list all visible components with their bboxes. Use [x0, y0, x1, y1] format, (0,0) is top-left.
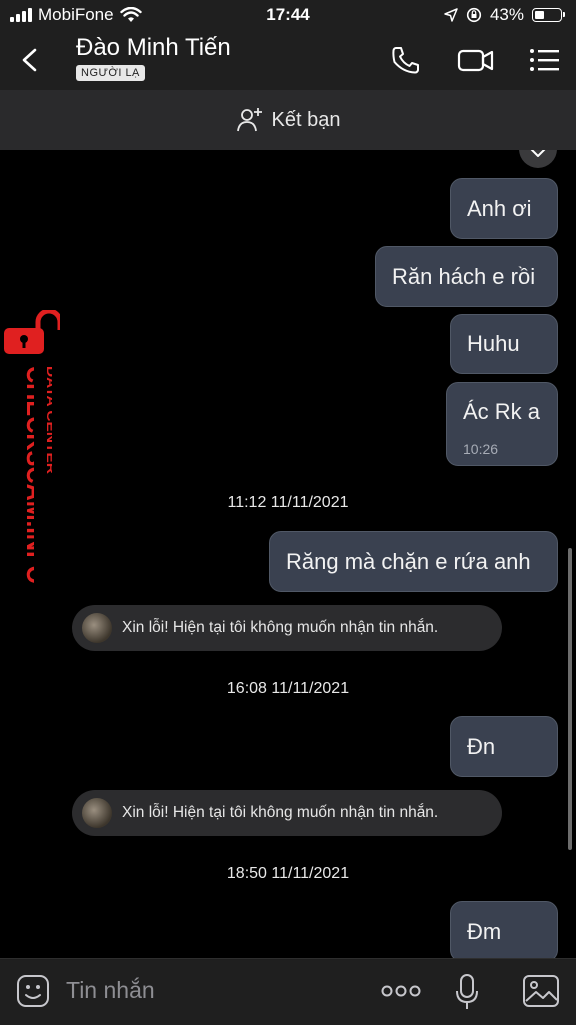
message-input-bar: Tin nhắn [0, 958, 576, 1025]
chevron-down-icon [530, 150, 546, 157]
stranger-tag: NGƯỜI LẠ [76, 65, 145, 81]
location-icon [444, 8, 458, 22]
video-call-icon[interactable] [456, 42, 496, 78]
contact-name[interactable]: Đào Minh Tiến [76, 34, 231, 62]
message-text: Răng mà chặn e rứa anh [286, 548, 531, 574]
message-time: 10:26 [463, 441, 499, 457]
message-bubble[interactable]: Răng mà chặn e rứa anh [269, 531, 558, 592]
back-icon[interactable] [14, 40, 50, 80]
phone-icon[interactable] [388, 42, 424, 78]
message-bubble[interactable]: Đn [450, 716, 558, 777]
watermark-subtitle: DATA CENTER [44, 366, 52, 474]
status-right: 43% [444, 5, 565, 25]
status-bar: MobiFone 17:44 43% [0, 0, 576, 30]
orientation-lock-icon [466, 7, 482, 23]
sticker-icon[interactable] [16, 974, 50, 1008]
battery-percent: 43% [489, 5, 524, 24]
message-bubble[interactable]: Ác Rk a 10:26 [446, 382, 558, 466]
watermark-logo: CHECKSCAM.INFO [21, 366, 34, 584]
menu-icon[interactable] [527, 42, 563, 78]
message-list[interactable]: Anh ơi Răn hách e rồi Huhu Ác Rk a 10:26… [0, 150, 576, 958]
battery-icon [532, 8, 565, 22]
chat-header: Đào Minh Tiến NGƯỜI LẠ [0, 30, 576, 90]
timestamp-divider: 18:50 11/11/2021 [226, 865, 350, 882]
scroll-down-button[interactable] [519, 150, 557, 168]
add-friend-bar[interactable]: Kết bạn [0, 90, 576, 151]
message-text: Huhu [467, 331, 520, 356]
svg-text:DATA CENTER: DATA CENTER [44, 366, 52, 474]
add-friend-icon [236, 108, 262, 132]
message-text: Đn [467, 733, 496, 759]
message-text: Đm [467, 918, 502, 944]
lock-icon [4, 310, 60, 354]
timestamp-divider: 11:12 11/11/2021 [227, 494, 349, 511]
message-text: Ác Rk a [463, 399, 541, 424]
scrollbar[interactable] [568, 548, 572, 850]
svg-text:CHECKSCAM.INFO: CHECKSCAM.INFO [21, 366, 34, 584]
message-bubble[interactable]: Răn hách e rồi [375, 246, 558, 307]
microphone-icon[interactable] [454, 973, 480, 1011]
message-bubble[interactable]: Anh ơi [450, 178, 558, 239]
message-bubble[interactable]: Huhu [450, 314, 558, 374]
system-notice: Xin lỗi! Hiện tại tôi không muốn nhận ti… [72, 605, 502, 651]
message-input[interactable]: Tin nhắn [66, 977, 155, 1004]
avatar [82, 798, 112, 828]
system-notice-text: Xin lỗi! Hiện tại tôi không muốn nhận ti… [122, 619, 439, 636]
message-bubble[interactable]: Đm [450, 901, 558, 958]
add-friend-label: Kết bạn [271, 108, 341, 131]
avatar [82, 613, 112, 643]
battery-level [535, 11, 545, 19]
more-icon[interactable] [380, 981, 422, 1001]
message-text: Răn hách e rồi [392, 263, 536, 289]
timestamp-divider: 16:08 11/11/2021 [226, 680, 350, 697]
system-notice-text: Xin lỗi! Hiện tại tôi không muốn nhận ti… [122, 804, 439, 821]
message-text: Anh ơi [467, 195, 532, 221]
image-icon[interactable] [522, 974, 560, 1008]
system-notice: Xin lỗi! Hiện tại tôi không muốn nhận ti… [72, 790, 502, 836]
